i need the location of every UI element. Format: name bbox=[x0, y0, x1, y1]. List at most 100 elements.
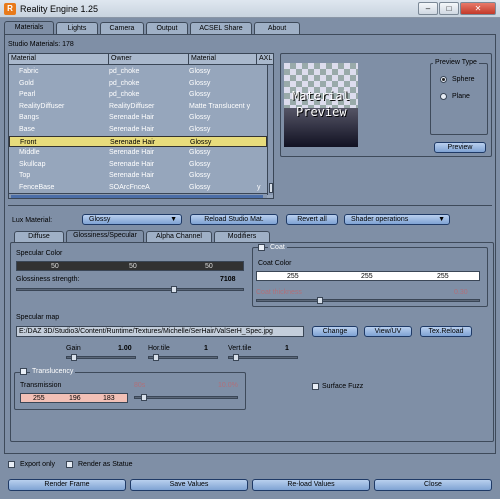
view-uv-button[interactable]: View/UV bbox=[364, 326, 412, 337]
glossiness-strength-label: Glossiness strength: bbox=[16, 276, 80, 283]
gain-label: Gain bbox=[66, 345, 81, 352]
radio-plane[interactable] bbox=[440, 93, 447, 100]
close-button[interactable]: Close bbox=[374, 479, 492, 491]
cell-owner: pd_choke bbox=[109, 79, 140, 87]
hor-tile-slider[interactable] bbox=[148, 354, 218, 361]
table-row[interactable]: FenceBase SOArcFnceA Glossy y bbox=[9, 182, 267, 194]
tex-reload-button[interactable]: Tex.Reload bbox=[420, 326, 472, 337]
coat-b-value: 255 bbox=[437, 273, 449, 280]
lux-material-value: Glossy bbox=[89, 216, 111, 223]
tab-output[interactable]: Output bbox=[146, 22, 188, 34]
surface-fuzz-checkbox[interactable] bbox=[312, 383, 319, 390]
export-only-checkbox[interactable] bbox=[8, 461, 15, 468]
column-header-owner[interactable]: Owner bbox=[109, 54, 189, 65]
subtab-modifiers[interactable]: Modifiers bbox=[214, 231, 270, 242]
radio-sphere[interactable] bbox=[440, 76, 447, 83]
reload-studio-mat-button[interactable]: Reload Studio Mat. bbox=[190, 214, 278, 225]
transmission-b-value: 183 bbox=[103, 395, 115, 402]
transmission-label: Transmission bbox=[20, 382, 62, 389]
specular-b-value: 50 bbox=[205, 263, 213, 270]
translucency-slider[interactable] bbox=[134, 394, 238, 401]
coat-color-field[interactable]: 255 255 255 bbox=[256, 271, 480, 281]
vert-tile-value: 1 bbox=[285, 345, 289, 352]
render-frame-button[interactable]: Render Frame bbox=[8, 479, 126, 491]
cell-material: Skullcap bbox=[19, 160, 46, 168]
reload-values-button[interactable]: Re-load Values bbox=[252, 479, 370, 491]
subtab-diffuse[interactable]: Diffuse bbox=[14, 231, 64, 242]
table-row[interactable]: Fabric pd_choke Glossy bbox=[9, 66, 267, 78]
close-window-button[interactable]: ✕ bbox=[460, 2, 496, 15]
window-title: Reality Engine 1.25 bbox=[20, 4, 99, 14]
render-as-statue-checkbox[interactable] bbox=[66, 461, 73, 468]
coat-thickness-slider[interactable] bbox=[256, 297, 480, 304]
glossiness-slider[interactable] bbox=[16, 286, 244, 293]
vert-tile-label: Vert.tile bbox=[228, 345, 252, 352]
table-row[interactable]: Skullcap Serenade Hair Glossy bbox=[9, 159, 267, 171]
table-row[interactable]: Pearl pd_choke Glossy bbox=[9, 89, 267, 101]
scrollbar-thumb[interactable] bbox=[269, 183, 273, 193]
table-row[interactable]: Bangs Serenade Hair Glossy bbox=[9, 112, 267, 124]
gain-value: 1.00 bbox=[118, 345, 132, 352]
coat-thickness-slider-handle[interactable] bbox=[317, 297, 323, 304]
specular-color-field[interactable]: 50 50 50 bbox=[16, 261, 244, 271]
table-row[interactable]: Base Serenade Hair Glossy bbox=[9, 124, 267, 136]
subtab-alpha-channel[interactable]: Alpha Channel bbox=[146, 231, 212, 242]
shader-operations-value: Shader operations bbox=[351, 216, 409, 223]
preview-button[interactable]: Preview bbox=[434, 142, 486, 153]
tab-materials[interactable]: Materials bbox=[4, 21, 54, 35]
hscrollbar-thumb[interactable] bbox=[11, 195, 263, 198]
vert-tile-slider[interactable] bbox=[228, 354, 298, 361]
translucency-group bbox=[14, 372, 246, 410]
tab-camera[interactable]: Camera bbox=[100, 22, 144, 34]
coat-checkbox[interactable] bbox=[258, 244, 265, 251]
shader-operations-select[interactable]: Shader operations ▼ bbox=[344, 214, 450, 225]
column-header-axl[interactable]: AXL bbox=[257, 54, 273, 65]
cell-material: Bangs bbox=[19, 114, 39, 122]
table-row[interactable]: Top Serenade Hair Glossy bbox=[9, 170, 267, 182]
translucency-slider-handle[interactable] bbox=[141, 394, 147, 401]
minimize-button[interactable]: – bbox=[418, 2, 438, 15]
radio-sphere-label: Sphere bbox=[452, 76, 475, 83]
table-row[interactable]: Gold pd_choke Glossy bbox=[9, 78, 267, 90]
cell-material: Fabric bbox=[19, 68, 39, 75]
column-header-material[interactable]: Material bbox=[9, 54, 109, 65]
coat-r-value: 255 bbox=[287, 273, 299, 280]
cell-owner: Serenade Hair bbox=[109, 172, 155, 180]
hor-tile-slider-handle[interactable] bbox=[153, 354, 159, 361]
tab-acsel-share[interactable]: ACSEL Share bbox=[190, 22, 252, 34]
translucency-extra-1: 80s bbox=[134, 382, 146, 389]
vert-tile-slider-handle[interactable] bbox=[233, 354, 239, 361]
cell-owner: pd_choke bbox=[109, 91, 140, 99]
specular-map-path[interactable]: E:/DAZ 3D/Studio3/Content/Runtime/Textur… bbox=[16, 326, 304, 337]
transmission-r-value: 255 bbox=[33, 395, 45, 402]
maximize-button[interactable]: □ bbox=[439, 2, 459, 15]
translucency-checkbox[interactable] bbox=[20, 368, 27, 375]
table-scrollbar[interactable] bbox=[267, 65, 273, 195]
table-hscrollbar[interactable] bbox=[9, 193, 267, 198]
cell-type: Glossy bbox=[189, 68, 211, 75]
transmission-color-field[interactable]: 255 196 183 bbox=[20, 393, 128, 403]
tab-about[interactable]: About bbox=[254, 22, 300, 34]
divider bbox=[8, 205, 492, 206]
coat-title: Coat bbox=[268, 243, 287, 252]
tab-lights[interactable]: Lights bbox=[56, 22, 98, 34]
column-header-type[interactable]: Material bbox=[189, 54, 257, 65]
lux-material-select[interactable]: Glossy ▼ bbox=[82, 214, 182, 225]
revert-all-button[interactable]: Revert all bbox=[286, 214, 338, 225]
export-only-label: Export only bbox=[20, 461, 56, 468]
materials-table[interactable]: Material Owner Material AXL Fabric pd_cho… bbox=[8, 53, 274, 199]
cell-type: Glossy bbox=[190, 138, 212, 146]
hor-tile-label: Hor.tile bbox=[148, 345, 170, 352]
cell-owner: Serenade Hair bbox=[109, 114, 155, 122]
glossiness-slider-handle[interactable] bbox=[171, 286, 177, 293]
cell-type: Glossy bbox=[189, 184, 211, 191]
table-row[interactable]: Middle Serenade Hair Glossy bbox=[9, 147, 267, 159]
save-values-button[interactable]: Save Values bbox=[130, 479, 248, 491]
change-button[interactable]: Change bbox=[312, 326, 358, 337]
cell-material: Top bbox=[19, 172, 31, 180]
table-row[interactable]: RealityDiffuser RealityDiffuser Matte Tran… bbox=[9, 101, 267, 113]
table-row[interactable]: Front Serenade Hair Glossy bbox=[9, 135, 267, 148]
gain-slider[interactable] bbox=[66, 354, 136, 361]
app-icon: R bbox=[4, 3, 16, 15]
gain-slider-handle[interactable] bbox=[71, 354, 77, 361]
